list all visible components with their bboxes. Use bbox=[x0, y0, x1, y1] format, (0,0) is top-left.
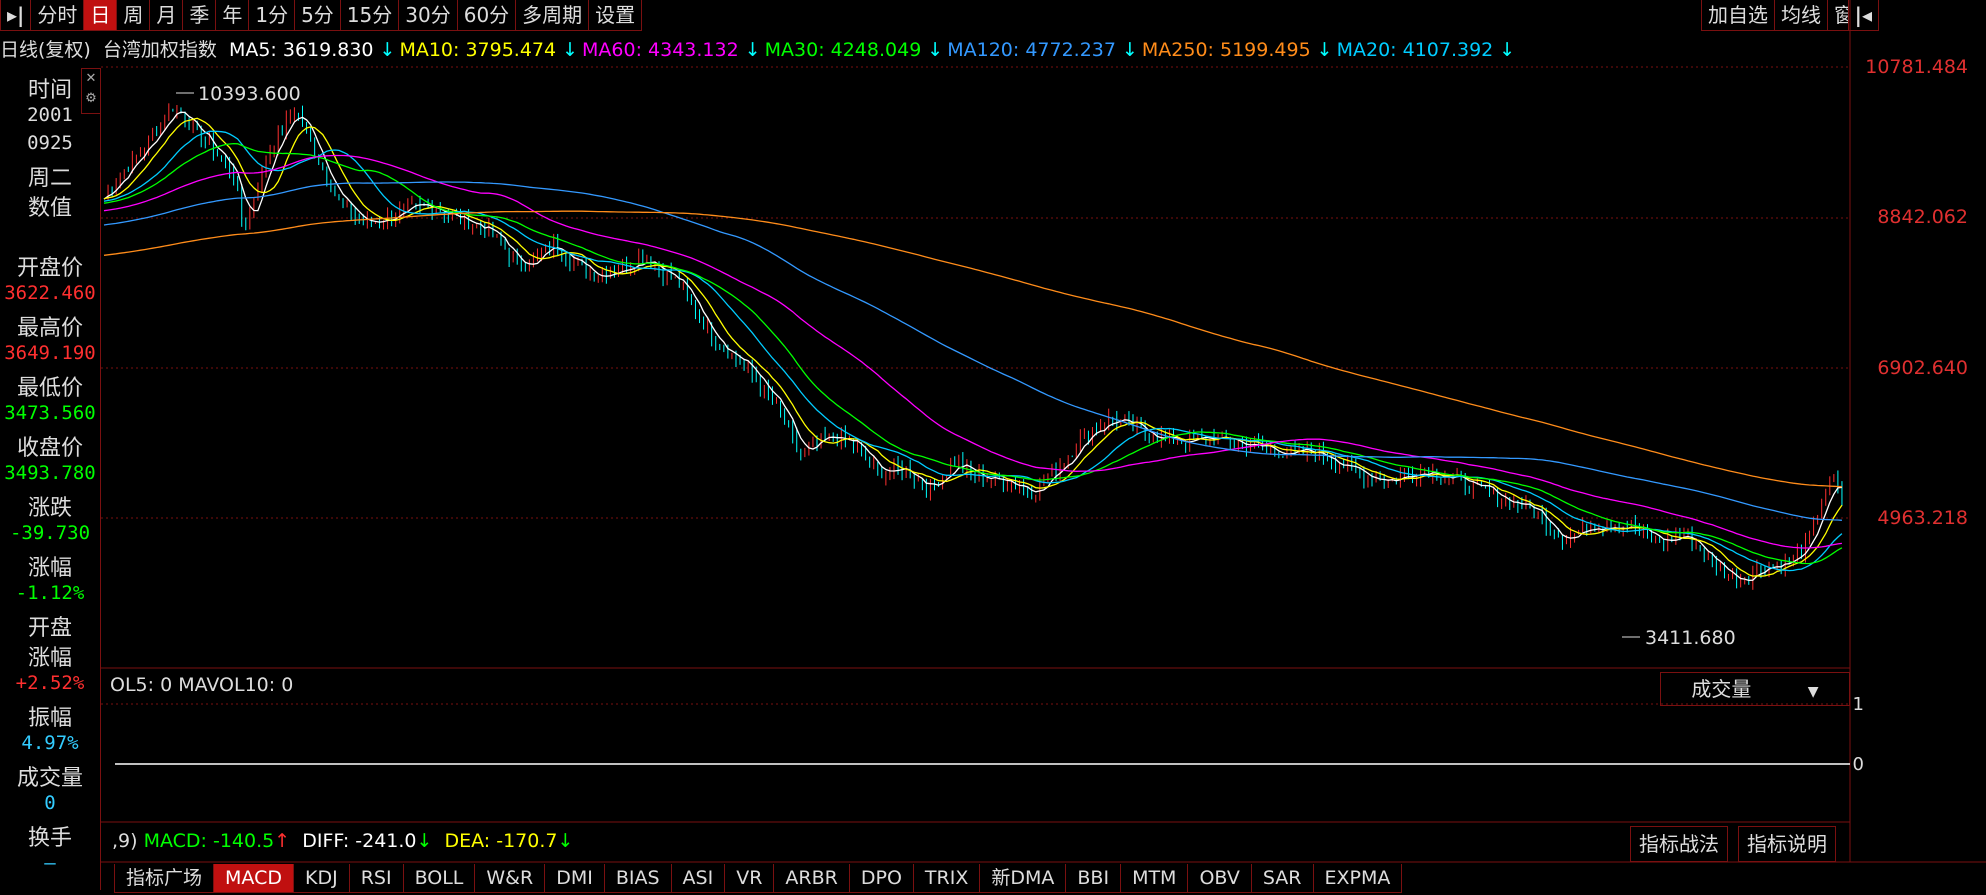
dea-value: DEA: -170.7 bbox=[444, 830, 558, 852]
chevron-down-icon: ▼ bbox=[1807, 684, 1819, 700]
ma-line bbox=[103, 154, 1842, 549]
down-arrow-icon: ↓ bbox=[416, 830, 433, 852]
volume-tick: 0 bbox=[1852, 754, 1864, 775]
price-tick: 8842.062 bbox=[1877, 206, 1968, 228]
indicator-tab-1[interactable]: MACD bbox=[213, 864, 294, 893]
price-tick: 10781.484 bbox=[1865, 56, 1968, 78]
up-arrow-icon: ↑ bbox=[274, 830, 291, 852]
indicator-dropdown-label: 成交量 bbox=[1691, 677, 1752, 701]
indicator-tab-5[interactable]: W&R bbox=[474, 864, 546, 893]
indicator-tab-16[interactable]: OBV bbox=[1187, 864, 1252, 893]
indicator-tab-15[interactable]: MTM bbox=[1120, 864, 1189, 893]
ma-lines bbox=[103, 111, 1843, 582]
indicator-strategy-button[interactable]: 指标战法 bbox=[1630, 826, 1728, 862]
indicator-tab-4[interactable]: BOLL bbox=[402, 864, 476, 893]
macd-prefix: ,9) bbox=[112, 830, 138, 852]
macd-header: ,9) MACD: -140.5↑ DIFF: -241.0↓ DEA: -17… bbox=[112, 830, 573, 852]
volume-tick: 1 bbox=[1852, 694, 1864, 715]
indicator-tabs: 指标广场 MACD KDJ RSI BOLL W&R DMI BIAS ASI VR ARBR DPO… bbox=[114, 864, 1403, 894]
ma-line bbox=[103, 210, 1842, 488]
diff-value: DIFF: -241.0 bbox=[302, 830, 417, 852]
ma-line bbox=[103, 181, 1842, 521]
indicator-dropdown[interactable]: 成交量 ▼ bbox=[1660, 672, 1850, 706]
indicator-tab-6[interactable]: DMI bbox=[544, 864, 605, 893]
kline-chart: 10393.600 3411.680 bbox=[101, 0, 1986, 863]
high-marker: 10393.600 bbox=[198, 83, 301, 105]
indicator-tab-3[interactable]: RSI bbox=[348, 864, 404, 893]
indicator-tab-13[interactable]: 新DMA bbox=[979, 864, 1067, 893]
indicator-tab-18[interactable]: EXPMA bbox=[1312, 864, 1403, 893]
indicator-tab-10[interactable]: ARBR bbox=[773, 864, 850, 893]
volume-header: OL5: 0 MAVOL10: 0 bbox=[110, 674, 294, 696]
indicator-help-button[interactable]: 指标说明 bbox=[1738, 826, 1836, 862]
indicator-tab-17[interactable]: SAR bbox=[1250, 864, 1314, 893]
ma-line bbox=[103, 117, 1843, 577]
indicator-tab-14[interactable]: BBI bbox=[1065, 864, 1122, 893]
indicator-tab-0[interactable]: 指标广场 bbox=[114, 864, 215, 893]
ma-line bbox=[103, 130, 1843, 572]
down-arrow-icon: ↓ bbox=[557, 830, 574, 852]
indicator-tab-2[interactable]: KDJ bbox=[292, 864, 350, 893]
indicator-tab-12[interactable]: TRIX bbox=[912, 864, 981, 893]
indicator-tab-11[interactable]: DPO bbox=[848, 864, 914, 893]
price-tick: 6902.640 bbox=[1877, 357, 1968, 379]
indicator-tab-8[interactable]: ASI bbox=[670, 864, 726, 893]
low-marker: 3411.680 bbox=[1645, 627, 1736, 649]
macd-value: MACD: -140.5 bbox=[143, 830, 275, 852]
indicator-tab-9[interactable]: VR bbox=[724, 864, 775, 893]
price-tick: 4963.218 bbox=[1877, 507, 1968, 529]
indicator-tab-7[interactable]: BIAS bbox=[603, 864, 672, 893]
